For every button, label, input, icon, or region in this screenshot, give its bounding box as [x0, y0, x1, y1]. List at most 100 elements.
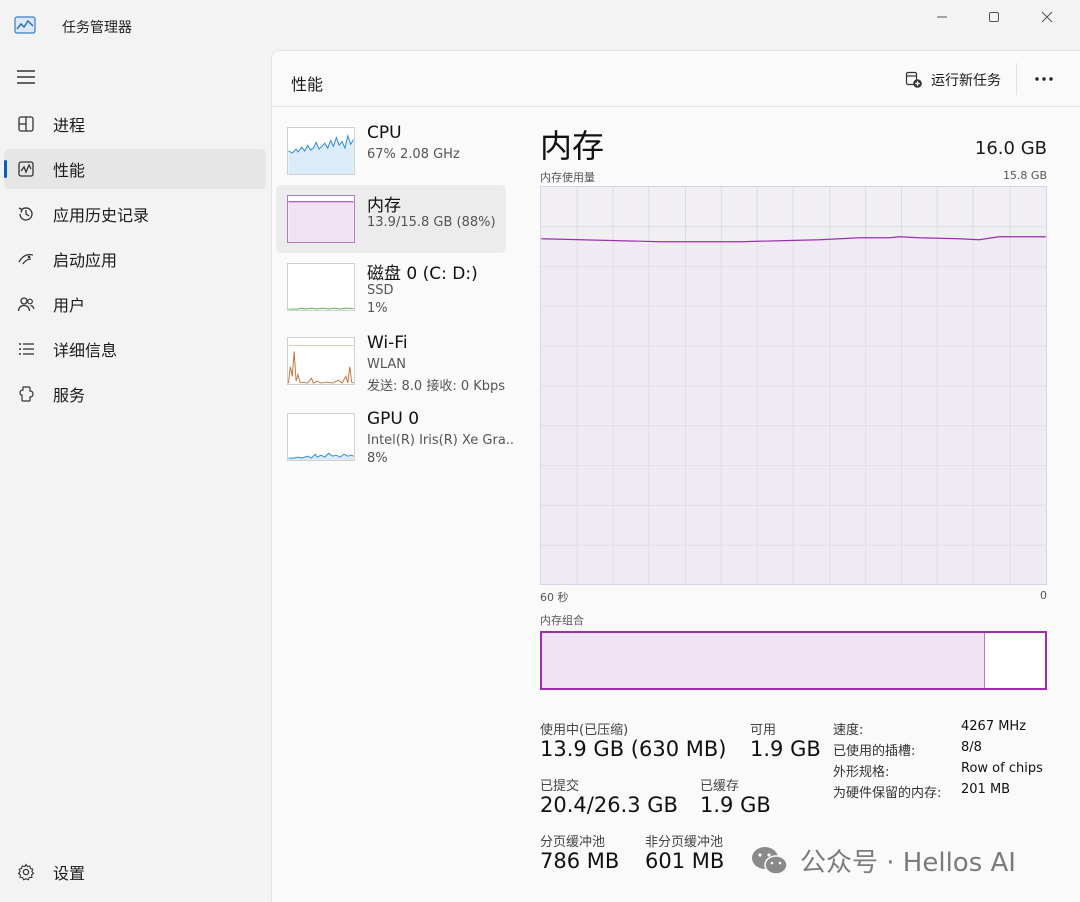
sidebar-item-details[interactable]: 详细信息	[4, 329, 266, 369]
sidebar-item-users[interactable]: 用户	[4, 284, 266, 324]
disk-thumbnail-graph	[287, 263, 355, 311]
sidebar-item-label: 设置	[53, 864, 86, 883]
more-dots-icon	[1035, 77, 1053, 81]
resource-item-disk[interactable]: 磁盘 0 (C: D:) SSD 1%	[276, 253, 506, 321]
more-options-button[interactable]	[1032, 69, 1056, 89]
header-divider	[1016, 63, 1017, 95]
memory-total: 16.0 GB	[974, 138, 1047, 159]
resource-detail: WLAN	[367, 357, 407, 372]
speed-value: 4267 MHz	[961, 719, 1027, 734]
sidebar-item-startup[interactable]: 启动应用	[4, 239, 266, 279]
sidebar-item-services[interactable]: 服务	[4, 374, 266, 414]
sidebar-item-processes[interactable]: 进程	[4, 104, 266, 144]
in-use-value: 13.9 GB (630 MB)	[540, 737, 727, 761]
watermark: 公众号 · Hellos AI	[750, 842, 1016, 879]
time-axis-left: 60 秒	[540, 591, 569, 604]
resource-detail: 1%	[367, 301, 388, 316]
performance-icon	[17, 160, 35, 178]
resource-name: 内存	[367, 196, 401, 216]
close-icon	[1041, 11, 1053, 23]
gear-icon	[17, 863, 35, 881]
resource-detail: 67% 2.08 GHz	[367, 147, 460, 162]
speed-label: 速度:	[833, 723, 864, 738]
in-use-label: 使用中(已压缩)	[540, 723, 629, 738]
startup-icon	[17, 250, 35, 268]
sidebar-item-settings[interactable]: 设置	[4, 852, 266, 892]
sidebar-item-label: 详细信息	[53, 341, 118, 360]
minimize-icon	[937, 16, 947, 18]
resource-detail: 13.9/15.8 GB (88%)	[367, 215, 496, 230]
minimize-button[interactable]	[922, 6, 962, 28]
resource-detail: 发送: 8.0 接收: 0 Kbps	[367, 379, 506, 394]
available-value: 1.9 GB	[750, 737, 821, 761]
cached-value: 1.9 GB	[700, 793, 771, 817]
cached-label: 已缓存	[700, 779, 740, 794]
hamburger-menu-button[interactable]	[16, 68, 36, 86]
slots-label: 已使用的插槽:	[833, 744, 916, 759]
title-bar: 任务管理器	[0, 0, 1080, 50]
resource-title: 内存	[540, 127, 605, 165]
resource-item-memory[interactable]: 内存 13.9/15.8 GB (88%)	[276, 185, 506, 253]
window-title: 任务管理器	[62, 20, 132, 36]
resource-item-wifi[interactable]: Wi-Fi WLAN 发送: 8.0 接收: 0 Kbps	[276, 327, 506, 395]
sidebar-item-label: 用户	[53, 296, 86, 315]
services-icon	[17, 385, 35, 403]
users-icon	[17, 295, 35, 313]
resource-detail: Intel(R) Iris(R) Xe Gra..	[367, 433, 515, 448]
memory-usage-graph	[540, 186, 1047, 585]
sidebar-item-label: 性能	[53, 161, 86, 180]
sidebar-item-label: 服务	[53, 386, 86, 405]
composition-label: 内存组合	[540, 614, 584, 627]
resource-name: CPU	[367, 123, 402, 143]
hamburger-icon	[17, 70, 35, 84]
maximize-button[interactable]	[974, 6, 1014, 28]
sidebar-item-performance[interactable]: 性能	[4, 149, 266, 189]
available-label: 可用	[750, 723, 777, 738]
paged-pool-label: 分页缓冲池	[540, 835, 606, 850]
details-icon	[17, 340, 35, 358]
run-new-task-button[interactable]: 运行新任务	[905, 70, 1001, 90]
run-new-task-label: 运行新任务	[931, 73, 1001, 89]
task-manager-app-icon	[14, 16, 36, 34]
memory-thumbnail-graph	[287, 195, 355, 243]
resource-name: Wi-Fi	[367, 333, 408, 353]
app-history-icon	[17, 205, 35, 223]
nonpaged-pool-label: 非分页缓冲池	[645, 835, 724, 850]
close-button[interactable]	[1027, 6, 1067, 28]
page-title: 性能	[291, 75, 324, 94]
time-axis-right: 0	[1040, 589, 1047, 602]
resource-name: GPU 0	[367, 409, 420, 429]
nonpaged-pool-value: 601 MB	[645, 849, 725, 873]
hardware-reserved-label: 为硬件保留的内存:	[833, 786, 942, 801]
usage-max: 15.8 GB	[1002, 169, 1047, 182]
resource-detail: 8%	[367, 451, 388, 466]
run-task-icon	[905, 71, 922, 88]
cpu-thumbnail-graph	[287, 127, 355, 175]
performance-page: 性能 运行新任务 CPU 67% 2.08 GHz 内存 13.9/15.8 G…	[271, 50, 1080, 902]
maximize-icon	[989, 12, 999, 22]
committed-value: 20.4/26.3 GB	[540, 793, 678, 817]
memory-composition-bar	[540, 631, 1047, 690]
committed-label: 已提交	[540, 779, 580, 794]
resource-detail: SSD	[367, 283, 394, 298]
composition-in-use-segment	[542, 633, 985, 688]
sidebar-item-label: 应用历史记录	[53, 206, 150, 225]
resource-name: 磁盘 0 (C: D:)	[367, 264, 478, 284]
watermark-text: 公众号 · Hellos AI	[800, 848, 1016, 878]
wifi-thumbnail-graph	[287, 337, 355, 385]
gpu-thumbnail-graph	[287, 413, 355, 461]
usage-label: 内存使用量	[540, 171, 595, 184]
slots-value: 8/8	[961, 740, 982, 755]
form-factor-label: 外形规格:	[833, 765, 890, 780]
processes-icon	[17, 115, 35, 133]
resource-item-cpu[interactable]: CPU 67% 2.08 GHz	[276, 117, 506, 185]
wechat-icon	[752, 846, 788, 875]
sidebar-item-label: 启动应用	[53, 251, 118, 270]
hardware-reserved-value: 201 MB	[961, 782, 1011, 797]
form-factor-value: Row of chips	[961, 761, 1043, 776]
sidebar-item-label: 进程	[53, 116, 86, 135]
resource-item-gpu[interactable]: GPU 0 Intel(R) Iris(R) Xe Gra.. 8%	[276, 403, 514, 471]
paged-pool-value: 786 MB	[540, 849, 620, 873]
page-header: 性能 运行新任务	[272, 51, 1080, 107]
sidebar-item-app-history[interactable]: 应用历史记录	[4, 194, 266, 234]
